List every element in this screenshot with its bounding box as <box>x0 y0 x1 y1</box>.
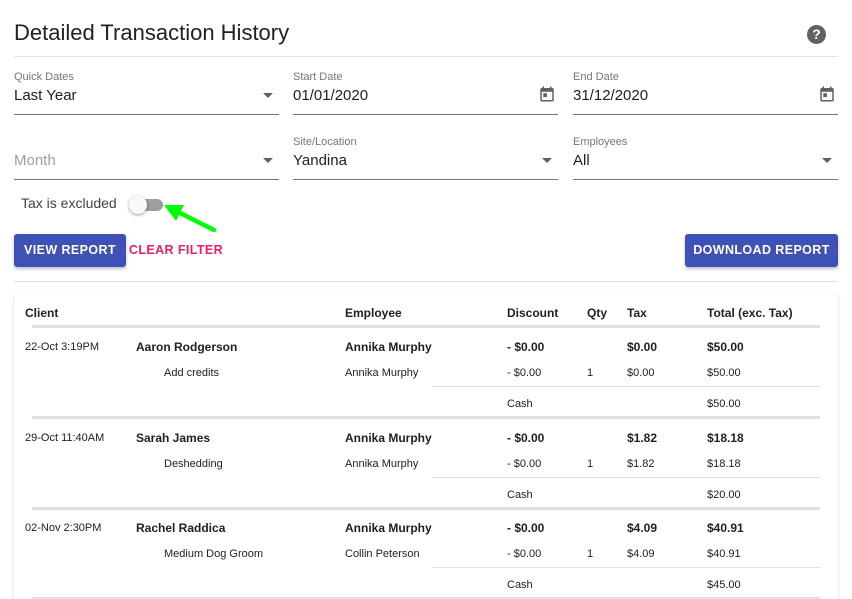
quick-dates-value: Last Year <box>14 87 77 104</box>
employees-value: All <box>573 152 590 169</box>
tax-toggle-switch[interactable] <box>129 196 165 214</box>
start-date-value: 01/01/2020 <box>293 87 369 104</box>
payment-method: Cash <box>507 398 533 410</box>
item-employee: Collin Peterson <box>345 548 420 560</box>
page-header: Detailed Transaction History ? <box>14 0 838 57</box>
transaction-employee: Annika Murphy <box>345 431 432 445</box>
item-qty: 1 <box>587 458 594 470</box>
transaction-total: $40.91 <box>707 521 744 535</box>
chevron-down-icon <box>263 93 273 98</box>
item-total: $18.18 <box>707 458 741 470</box>
header-divider <box>32 325 820 328</box>
clear-filter-button[interactable]: CLEAR FILTER <box>128 234 224 267</box>
download-report-button[interactable]: DOWNLOAD REPORT <box>685 234 838 267</box>
item-discount: - $0.00 <box>507 458 542 470</box>
payment-method: Cash <box>507 489 533 501</box>
chevron-down-icon <box>542 158 552 163</box>
column-header-qty: Qty <box>587 306 608 320</box>
tax-toggle-label: Tax is excluded <box>21 195 117 211</box>
end-date-field[interactable]: End Date 31/12/2020 <box>573 71 838 115</box>
item-qty: 1 <box>587 548 594 560</box>
end-date-label: End Date <box>573 71 619 83</box>
calendar-icon[interactable] <box>538 85 556 103</box>
transaction-tax: $4.09 <box>627 521 658 535</box>
transaction-client[interactable]: Aaron Rodgerson <box>136 340 237 354</box>
item-discount: - $0.00 <box>507 367 542 379</box>
item-name: Medium Dog Groom <box>164 548 264 560</box>
transaction-discount: - $0.00 <box>507 431 545 445</box>
transaction-employee: Annika Murphy <box>345 340 432 354</box>
item-total: $40.91 <box>707 548 741 560</box>
employees-select[interactable]: Employees All <box>573 136 838 180</box>
transaction-discount: - $0.00 <box>507 340 545 354</box>
start-date-field[interactable]: Start Date 01/01/2020 <box>293 71 558 115</box>
section-divider <box>14 281 838 282</box>
payment-amount: $50.00 <box>707 398 741 410</box>
item-name: Deshedding <box>164 458 223 470</box>
item-tax: $4.09 <box>627 548 655 560</box>
item-name: Add credits <box>164 367 220 379</box>
month-placeholder: Month <box>14 152 56 169</box>
column-header-employee: Employee <box>345 306 402 320</box>
transaction-tax: $0.00 <box>627 340 658 354</box>
payment-amount: $45.00 <box>707 579 741 591</box>
row-divider <box>432 567 820 568</box>
site-location-value: Yandina <box>293 152 347 169</box>
transaction-datetime: 22-Oct 3:19PM <box>25 341 99 353</box>
item-employee: Annika Murphy <box>345 367 419 379</box>
transaction-divider <box>32 416 820 419</box>
transaction-datetime: 29-Oct 11:40AM <box>25 432 105 444</box>
transaction-datetime: 02-Nov 2:30PM <box>25 522 102 534</box>
quick-dates-select[interactable]: Quick Dates Last Year <box>14 71 279 115</box>
end-date-value: 31/12/2020 <box>573 87 649 104</box>
item-employee: Annika Murphy <box>345 458 419 470</box>
row-divider <box>432 477 820 478</box>
help-icon[interactable]: ? <box>807 25 826 44</box>
transaction-client[interactable]: Sarah James <box>136 431 210 445</box>
transaction-tax: $1.82 <box>627 431 658 445</box>
site-location-label: Site/Location <box>293 136 357 148</box>
calendar-icon[interactable] <box>818 85 836 103</box>
payment-method: Cash <box>507 579 533 591</box>
transaction-employee: Annika Murphy <box>345 521 432 535</box>
item-tax: $1.82 <box>627 458 655 470</box>
view-report-button[interactable]: VIEW REPORT <box>14 234 126 267</box>
transaction-discount: - $0.00 <box>507 521 545 535</box>
employees-label: Employees <box>573 136 628 148</box>
transaction-divider <box>32 507 820 510</box>
toggle-thumb[interactable] <box>129 196 147 214</box>
column-header-discount: Discount <box>507 306 559 320</box>
column-header-tax: Tax <box>627 306 647 320</box>
chevron-down-icon <box>263 158 273 163</box>
transaction-total: $18.18 <box>707 431 744 445</box>
page-title: Detailed Transaction History <box>14 20 290 45</box>
transaction-total: $50.00 <box>707 340 744 354</box>
month-select[interactable]: Month <box>14 136 279 180</box>
column-header-client: Client <box>25 306 59 320</box>
quick-dates-label: Quick Dates <box>14 71 74 83</box>
payment-amount: $20.00 <box>707 489 741 501</box>
row-divider <box>432 386 820 387</box>
transaction-client[interactable]: Rachel Raddica <box>136 521 225 535</box>
site-location-select[interactable]: Site/Location Yandina <box>293 136 558 180</box>
item-qty: 1 <box>587 367 594 379</box>
column-header-total: Total (exc. Tax) <box>707 306 793 320</box>
chevron-down-icon <box>822 158 832 163</box>
item-total: $50.00 <box>707 367 741 379</box>
item-tax: $0.00 <box>627 367 655 379</box>
item-discount: - $0.00 <box>507 548 542 560</box>
arrow-annotation-icon <box>164 205 217 233</box>
start-date-label: Start Date <box>293 71 343 83</box>
